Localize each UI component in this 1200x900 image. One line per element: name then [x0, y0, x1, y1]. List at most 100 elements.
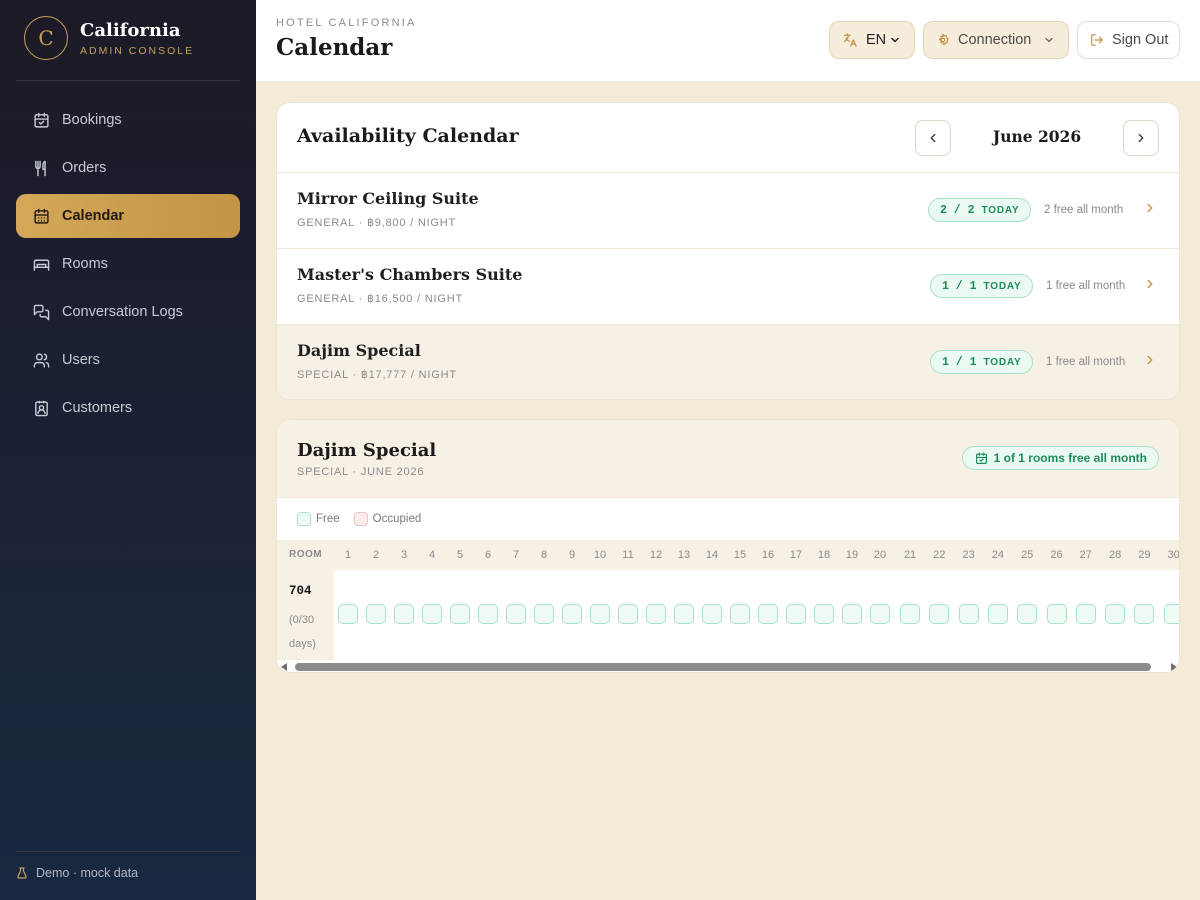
calendar-grid-body: 704 (0/30 days) [277, 570, 1179, 660]
day-cell-free[interactable] [450, 604, 470, 624]
scroll-thumb[interactable] [295, 663, 1151, 671]
day-header: 9 [568, 549, 576, 561]
day-cell-free[interactable] [646, 604, 666, 624]
chevron-right-icon [1138, 133, 1144, 143]
brand[interactable]: C California ADMIN CONSOLE [24, 16, 194, 60]
day-cell-free[interactable] [1163, 604, 1179, 624]
sidebar-item-label: Customers [62, 400, 133, 416]
sidebar-divider [16, 80, 240, 81]
chat-icon [32, 303, 50, 321]
chevron-down-icon [1043, 34, 1055, 46]
sidebar-item-users[interactable]: Users [16, 338, 240, 382]
horizontal-scrollbar[interactable] [277, 660, 1179, 672]
badge-count: 1 / 1 [942, 279, 977, 293]
sidebar-item-rooms[interactable]: Rooms [16, 242, 240, 286]
sidebar-divider [16, 851, 240, 852]
availability-title: Availability Calendar [297, 125, 519, 147]
day-cell-free[interactable] [338, 604, 358, 624]
day-cell-free[interactable] [1134, 604, 1155, 624]
day-header: 11 [622, 549, 634, 561]
day-header: 24 [991, 549, 1005, 561]
free-month-text: 2 free all month [1044, 204, 1124, 216]
day-cell-free[interactable] [394, 604, 414, 624]
day-cell-free[interactable] [842, 604, 862, 624]
availability-badge: 1 / 1 TODAY [930, 274, 1034, 298]
day-cell-free[interactable] [870, 604, 890, 624]
legend-occupied-label: Occupied [372, 513, 422, 525]
detail-meta: SPECIAL · JUNE 2026 [297, 466, 425, 478]
flask-icon [16, 867, 28, 879]
sign-out-icon [1090, 33, 1104, 47]
day-header: 29 [1138, 549, 1151, 561]
hotel-eyebrow: HOTEL CALIFORNIA [276, 17, 417, 29]
badge-today: TODAY [983, 280, 1022, 292]
legend-occupied-swatch [353, 512, 368, 526]
room-column-header: ROOM [289, 549, 323, 560]
next-month-button[interactable] [1123, 120, 1159, 156]
room-row-masters-chambers-suite[interactable]: Master's Chambers Suite GENERAL · ฿16,50… [277, 249, 1179, 325]
day-cell-free[interactable] [958, 604, 979, 624]
prev-month-button[interactable] [915, 120, 951, 156]
legend-free-label: Free [316, 513, 340, 525]
day-cell-free[interactable] [618, 604, 638, 624]
scroll-left-arrow[interactable] [281, 663, 287, 671]
free-month-text: 1 free all month [1046, 356, 1126, 368]
availability-badge: 1 / 1 TODAY [930, 350, 1034, 374]
day-cell-free[interactable] [730, 604, 750, 624]
legend: Free Occupied [277, 498, 1179, 540]
gear-icon [936, 33, 950, 47]
room-meta: GENERAL · ฿9,800 / NIGHT [297, 217, 457, 229]
availability-card: Availability Calendar June 2026 Mirror C… [276, 102, 1180, 400]
sidebar-item-conversation-logs[interactable]: Conversation Logs [16, 290, 240, 334]
day-cell-free[interactable] [422, 604, 442, 624]
sign-out-label: Sign Out [1112, 32, 1169, 48]
language-label: EN [866, 32, 887, 48]
badge-count: 2 / 2 [940, 203, 975, 217]
connection-button[interactable]: Connection [923, 21, 1069, 59]
language-select[interactable]: EN [829, 21, 915, 59]
day-cell-free[interactable] [366, 604, 386, 624]
day-cell-free[interactable] [1105, 604, 1126, 624]
room-days-count: (0/30 days) [289, 614, 316, 650]
room-detail-card: Dajim Special SPECIAL · JUNE 2026 1 of 1… [276, 419, 1180, 673]
day-cell-free[interactable] [702, 604, 722, 624]
day-cell-free[interactable] [674, 604, 694, 624]
connection-label: Connection [958, 32, 1032, 48]
room-row-dajim-special[interactable]: Dajim Special SPECIAL · ฿17,777 / NIGHT … [277, 325, 1179, 399]
sidebar-item-customers[interactable]: Customers [16, 386, 240, 430]
sidebar-item-orders[interactable]: Orders [16, 146, 240, 190]
sign-out-button[interactable]: Sign Out [1077, 21, 1180, 59]
day-cell-free[interactable] [987, 604, 1008, 624]
room-row-mirror-ceiling-suite[interactable]: Mirror Ceiling Suite GENERAL · ฿9,800 / … [277, 173, 1179, 249]
day-cell-free[interactable] [786, 604, 806, 624]
day-header: 2 [372, 549, 380, 561]
day-cell-free[interactable] [1046, 604, 1067, 624]
page-title: Calendar [276, 34, 393, 61]
day-cell-free[interactable] [478, 604, 498, 624]
room-meta: SPECIAL · ฿17,777 / NIGHT [297, 369, 457, 381]
day-cell-free[interactable] [929, 604, 950, 624]
day-header: 5 [456, 549, 464, 561]
day-cell-free[interactable] [590, 604, 610, 624]
footer-label: Demo · mock data [36, 866, 139, 880]
day-cell-free[interactable] [534, 604, 554, 624]
day-cell-free[interactable] [758, 604, 778, 624]
day-cell-free[interactable] [1017, 604, 1038, 624]
day-header: 3 [400, 549, 408, 561]
day-header: 12 [649, 549, 663, 561]
day-header: 25 [1021, 549, 1034, 561]
day-cell-free[interactable] [814, 604, 834, 624]
sidebar-item-calendar[interactable]: Calendar [16, 194, 240, 238]
day-cell-free[interactable] [900, 604, 920, 624]
translate-icon [842, 32, 858, 48]
day-cell-free[interactable] [1075, 604, 1096, 624]
day-cell-free[interactable] [562, 604, 582, 624]
top-header: HOTEL CALIFORNIA Calendar EN Connection … [256, 0, 1200, 81]
sidebar-item-bookings[interactable]: Bookings [16, 98, 240, 142]
room-label-cell: 704 (0/30 days) [277, 570, 334, 660]
scroll-right-arrow[interactable] [1171, 663, 1177, 671]
badge-count: 1 / 1 [942, 355, 977, 369]
day-header: 15 [733, 549, 747, 561]
day-cell-free[interactable] [506, 604, 526, 624]
calendar-icon [32, 207, 50, 225]
